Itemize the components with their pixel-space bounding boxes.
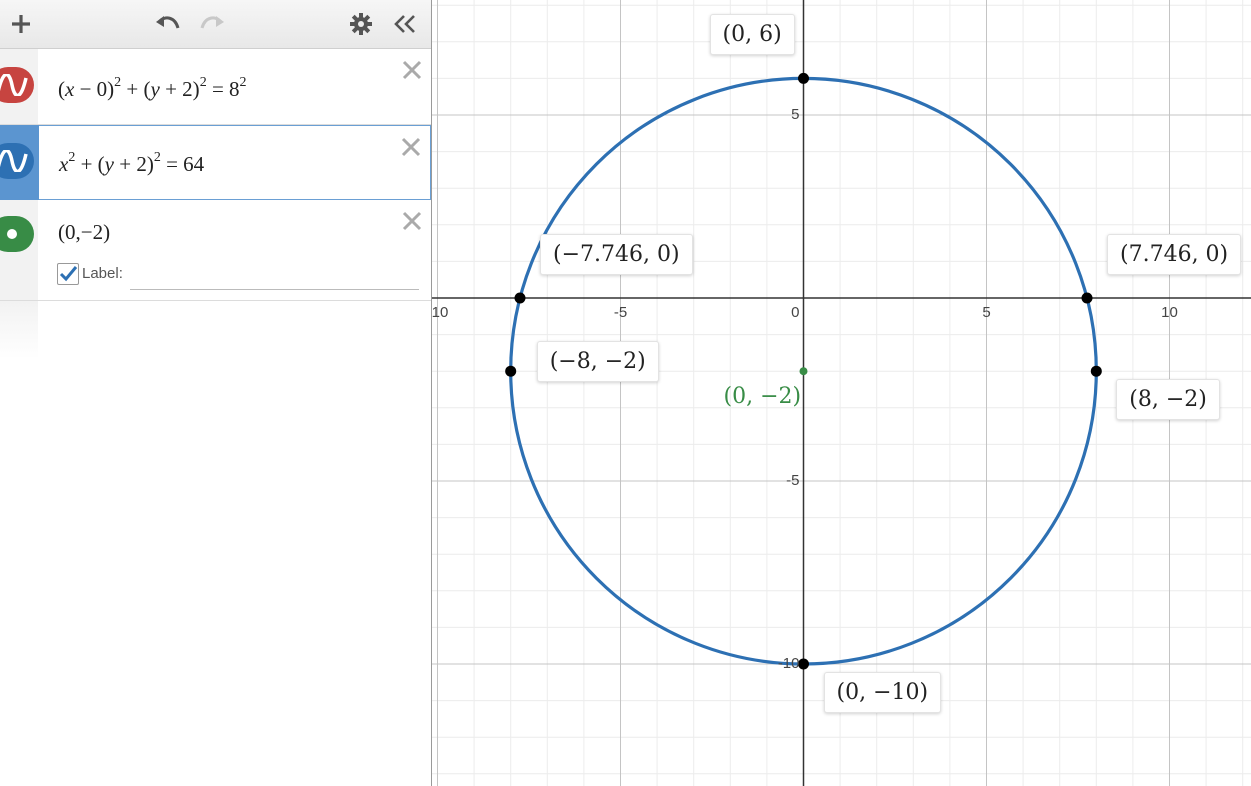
math-exponent: 2 <box>153 150 161 165</box>
math-token: x <box>59 152 69 176</box>
expression-math[interactable]: (0,−2) <box>58 220 110 245</box>
x-tick-label: -10 <box>432 304 449 321</box>
checkmark-icon <box>59 266 78 282</box>
y-tick-label: 5 <box>791 106 800 123</box>
math-token: y <box>150 77 160 101</box>
math-token: = 8 <box>206 77 240 101</box>
point-label: (7.746, 0) <box>1107 234 1242 275</box>
intersection-point <box>1090 365 1102 377</box>
gear-icon <box>350 13 372 35</box>
x-tick-label: 10 <box>1161 304 1178 321</box>
intersection-point <box>1081 292 1093 304</box>
undo-button[interactable] <box>153 6 183 42</box>
delete-expression-button[interactable] <box>401 210 423 232</box>
math-exponent: 2 <box>68 150 76 165</box>
y-tick-label: -5 <box>786 472 800 489</box>
expression-tab <box>0 301 38 359</box>
close-icon <box>402 60 422 80</box>
math-token: + ( <box>75 152 105 176</box>
graph-paper[interactable]: -10 -5 0 5 10 5 -5 -10 (0, 6) (−7.746, 0) (7.746, … <box>432 0 1251 786</box>
expression-tab <box>0 49 38 124</box>
expression-item-3[interactable]: (0,−2) Label: <box>0 200 431 301</box>
expression-item-1[interactable]: (x − 0)2 + (y + 2)2 = 82 <box>0 49 431 125</box>
expression-math[interactable]: x2 + (y + 2)2 = 64 <box>59 150 205 177</box>
math-token: + ( <box>121 77 151 101</box>
graph-style-icon[interactable] <box>0 216 34 252</box>
x-tick-label: 0 <box>791 304 800 321</box>
expression-tab <box>0 200 38 300</box>
math-token: − 0) <box>74 77 115 101</box>
expression-list-panel: (x − 0)2 + (y + 2)2 = 82 x2 + (y + 2)2 =… <box>0 0 432 786</box>
collapse-panel-button[interactable] <box>390 6 420 42</box>
label-checkbox[interactable] <box>57 263 79 285</box>
delete-expression-button[interactable] <box>401 59 423 81</box>
close-icon <box>402 211 422 231</box>
point-label: (0, −2) <box>723 384 802 410</box>
x-tick-label: 5 <box>982 304 991 321</box>
graph-style-icon[interactable] <box>0 67 34 103</box>
math-exponent: 2 <box>114 75 122 90</box>
point-icon <box>7 229 17 239</box>
math-exponent: 2 <box>239 75 247 90</box>
expression-math[interactable]: (x − 0)2 + (y + 2)2 = 82 <box>58 75 247 102</box>
point-label: (0, 6) <box>709 14 795 56</box>
math-token: + 2) <box>159 77 200 101</box>
expression-tab <box>0 125 39 200</box>
math-token: x <box>65 77 75 101</box>
curve-icon <box>0 74 28 96</box>
math-token: = 64 <box>160 152 205 176</box>
point-label: (−7.746, 0) <box>539 234 693 275</box>
redo-icon <box>200 16 224 29</box>
center-point <box>799 367 808 376</box>
expression-item-4[interactable] <box>0 301 431 359</box>
graph-style-icon[interactable] <box>0 143 34 179</box>
settings-button[interactable] <box>346 6 376 42</box>
curve-icon <box>0 150 28 172</box>
label-text-input[interactable] <box>130 288 419 290</box>
y-tick-label: -10 <box>777 655 800 672</box>
math-token: + 2) <box>114 152 154 176</box>
redo-button[interactable] <box>197 6 227 42</box>
intersection-point <box>798 658 809 670</box>
expression-item-2[interactable]: x2 + (y + 2)2 = 64 <box>0 125 431 200</box>
point-label: (0, −10) <box>823 672 942 713</box>
expression-toolbar <box>0 0 431 49</box>
math-exponent: 2 <box>199 75 207 90</box>
label-checkbox-text: Label: <box>82 265 123 282</box>
double-chevron-left-icon <box>394 15 415 33</box>
point-label: (−8, −2) <box>536 341 659 383</box>
math-token: y <box>104 152 114 176</box>
close-icon <box>401 137 421 157</box>
plus-icon <box>12 15 30 33</box>
delete-expression-button[interactable] <box>400 136 422 158</box>
point-label: (8, −2) <box>1116 379 1220 421</box>
intersection-point <box>514 292 526 304</box>
undo-icon <box>156 16 180 29</box>
intersection-point <box>505 365 517 377</box>
x-tick-label: -5 <box>613 304 628 321</box>
math-token: ( <box>58 77 65 101</box>
add-item-button[interactable] <box>6 6 36 42</box>
intersection-point <box>798 72 809 84</box>
